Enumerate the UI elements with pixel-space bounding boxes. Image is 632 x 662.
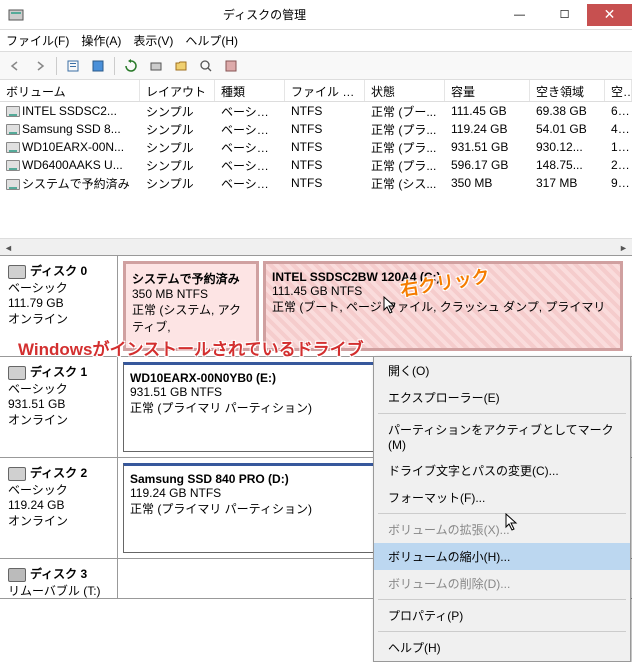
minimize-button[interactable]: —	[497, 4, 542, 26]
h-scrollbar[interactable]: ◄ ►	[0, 238, 632, 255]
scroll-left[interactable]: ◄	[0, 239, 17, 256]
menu-action[interactable]: 操作(A)	[81, 32, 121, 49]
partition-title: INTEL SSDSC2BW 120A4 (C:)	[272, 270, 614, 284]
disk-label: ディスク 0	[30, 264, 87, 278]
volume-row[interactable]: WD10EARX-00N...シンプルベーシックNTFS正常 (プラ...931…	[0, 138, 632, 156]
volume-row[interactable]: Samsung SSD 8...シンプルベーシックNTFS正常 (プラ...11…	[0, 120, 632, 138]
disk-size: 931.51 GB	[8, 397, 109, 411]
volume-icon	[6, 124, 20, 135]
volume-list: INTEL SSDSC2...シンプルベーシックNTFS正常 (ブー...111…	[0, 102, 632, 192]
disk-state: オンライン	[8, 411, 109, 428]
cm-extend: ボリュームの拡張(X)...	[374, 516, 630, 543]
app-icon	[8, 7, 24, 23]
disk-info-1[interactable]: ディスク 1 ベーシック 931.51 GB オンライン	[0, 357, 118, 457]
disk-state: オンライン	[8, 310, 109, 327]
menu-help[interactable]: ヘルプ(H)	[185, 32, 238, 49]
disk-type: ベーシック	[8, 481, 109, 498]
cm-mark-active[interactable]: パーティションをアクティブとしてマーク(M)	[374, 416, 630, 457]
search-icon[interactable]	[195, 55, 217, 77]
menubar: ファイル(F) 操作(A) 表示(V) ヘルプ(H)	[0, 30, 632, 52]
folder-button[interactable]	[170, 55, 192, 77]
volume-row[interactable]: WD6400AAKS U...シンプルベーシックNTFS正常 (プラ...596…	[0, 156, 632, 174]
col-capacity[interactable]: 容量	[445, 80, 530, 101]
partition-title: システムで予約済み	[132, 270, 250, 287]
disk-button[interactable]	[145, 55, 167, 77]
cm-explorer[interactable]: エクスプローラー(E)	[374, 384, 630, 411]
volume-icon	[6, 160, 20, 171]
disk-icon	[8, 366, 26, 380]
disk-info-3[interactable]: ディスク 3 リムーバブル (T:)	[0, 559, 118, 598]
partition-status: 正常 (システム, アクティブ,	[132, 301, 250, 335]
close-button[interactable]: ✕	[587, 4, 632, 26]
disk-size: 111.79 GB	[8, 296, 109, 310]
titlebar: ディスクの管理 — ☐ ✕	[0, 0, 632, 30]
volume-icon	[6, 106, 20, 117]
cm-format[interactable]: フォーマット(F)...	[374, 484, 630, 511]
disk-label: ディスク 3	[30, 567, 87, 581]
toolbar-icon-1[interactable]	[62, 55, 84, 77]
col-pct[interactable]: 空き	[605, 80, 632, 101]
disk-icon	[8, 467, 26, 481]
disk-state: オンライン	[8, 512, 109, 529]
volume-list-header: ボリューム レイアウト 種類 ファイル シス... 状態 容量 空き領域 空き	[0, 80, 632, 102]
window-title: ディスクの管理	[32, 6, 497, 23]
disk-info-2[interactable]: ディスク 2 ベーシック 119.24 GB オンライン	[0, 458, 118, 558]
partition-system-reserved[interactable]: システムで予約済み 350 MB NTFS 正常 (システム, アクティブ,	[123, 261, 259, 351]
volume-icon	[6, 142, 20, 153]
partition-size: 350 MB NTFS	[132, 287, 250, 301]
toolbar-icon-2[interactable]	[87, 55, 109, 77]
partition-c-drive[interactable]: INTEL SSDSC2BW 120A4 (C:) 111.45 GB NTFS…	[263, 261, 623, 351]
context-menu: 開く(O) エクスプローラー(E) パーティションをアクティブとしてマーク(M)…	[373, 356, 631, 662]
disk-label: ディスク 2	[30, 466, 87, 480]
cm-drive-letter[interactable]: ドライブ文字とパスの変更(C)...	[374, 457, 630, 484]
col-free[interactable]: 空き領域	[530, 80, 605, 101]
col-type[interactable]: 種類	[215, 80, 285, 101]
cm-help[interactable]: ヘルプ(H)	[374, 634, 630, 661]
refresh-button[interactable]	[120, 55, 142, 77]
disk-type: ベーシック	[8, 380, 109, 397]
cm-delete: ボリュームの削除(D)...	[374, 570, 630, 597]
toolbar	[0, 52, 632, 80]
maximize-button[interactable]: ☐	[542, 4, 587, 26]
volume-icon	[6, 179, 20, 190]
disk-row-0: ディスク 0 ベーシック 111.79 GB オンライン システムで予約済み 3…	[0, 256, 632, 357]
menu-view[interactable]: 表示(V)	[133, 32, 173, 49]
toolbar-icon-3[interactable]	[220, 55, 242, 77]
disk-label: ディスク 1	[30, 365, 87, 379]
menu-file[interactable]: ファイル(F)	[6, 32, 69, 49]
removable-disk-icon	[8, 568, 26, 582]
col-filesystem[interactable]: ファイル シス...	[285, 80, 365, 101]
cm-properties[interactable]: プロパティ(P)	[374, 602, 630, 629]
disk-size: 119.24 GB	[8, 498, 109, 512]
disk-type: ベーシック	[8, 279, 109, 296]
forward-button[interactable]	[29, 55, 51, 77]
back-button[interactable]	[4, 55, 26, 77]
col-layout[interactable]: レイアウト	[140, 80, 215, 101]
cm-shrink[interactable]: ボリュームの縮小(H)...	[374, 543, 630, 570]
partition-status: 正常 (ブート, ページ ファイル, クラッシュ ダンプ, プライマリ	[272, 298, 614, 315]
disk-icon	[8, 265, 26, 279]
disk-type: リムーバブル (T:)	[8, 582, 109, 599]
partition-size: 111.45 GB NTFS	[272, 284, 614, 298]
scroll-right[interactable]: ►	[615, 239, 632, 256]
volume-row[interactable]: システムで予約済みシンプルベーシックNTFS正常 (シス...350 MB317…	[0, 174, 632, 192]
col-status[interactable]: 状態	[365, 80, 445, 101]
cm-open[interactable]: 開く(O)	[374, 357, 630, 384]
col-volume[interactable]: ボリューム	[0, 80, 140, 101]
volume-row[interactable]: INTEL SSDSC2...シンプルベーシックNTFS正常 (ブー...111…	[0, 102, 632, 120]
disk-info-0[interactable]: ディスク 0 ベーシック 111.79 GB オンライン	[0, 256, 118, 356]
